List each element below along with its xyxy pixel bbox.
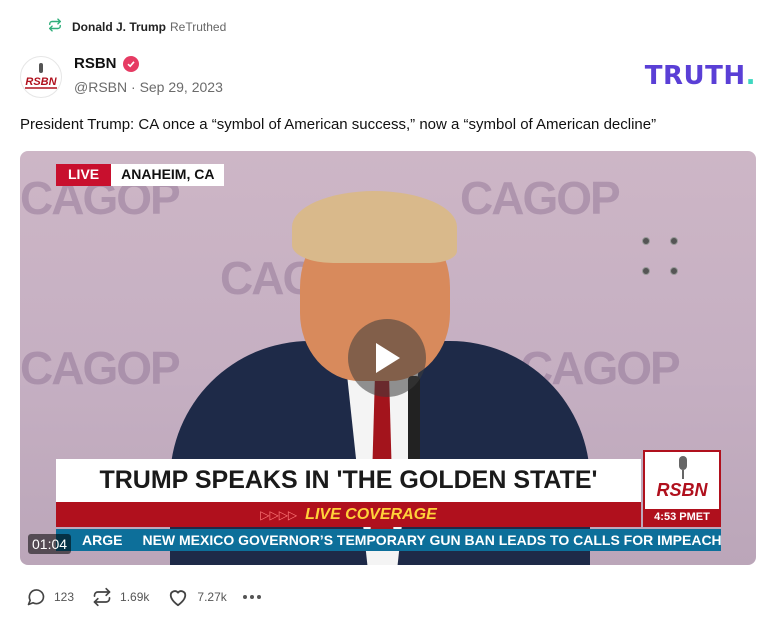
author-handle[interactable]: @RSBN [74,79,127,95]
more-icon[interactable] [242,595,261,599]
truth-logo-text: TRUTH [644,61,746,91]
retruth-button[interactable]: 1.69k [92,587,149,607]
live-label: LIVE [56,164,112,186]
post-date[interactable]: Sep 29, 2023 [140,79,223,95]
backdrop-logo: CAGOP [20,342,181,394]
svg-text:RSBN: RSBN [25,76,57,88]
network-bug: RSBN 4:53 PMET [643,450,721,527]
heart-icon [170,590,187,607]
author-display-name[interactable]: RSBN [74,55,117,72]
play-icon [376,343,400,373]
play-button[interactable] [348,319,426,397]
post-actions: 123 1.69k 7.27k [26,586,261,608]
reply-icon [27,589,45,606]
video-player[interactable]: CAGOP CAGOP CAGOP CAGOP CAGOP LIVE ANAHE… [20,151,756,565]
post-text: President Trump: CA once a “symbol of Am… [20,116,657,133]
meta-separator: · [127,79,140,95]
live-tag: LIVE ANAHEIM, CA [56,164,225,186]
broadcast-headline: TRUMP SPEAKS IN 'THE GOLDEN STATE' [56,459,641,502]
news-ticker: ARGE NEW MEXICO GOVERNOR’S TEMPORARY GUN… [56,529,721,551]
lower-third: TRUMP SPEAKS IN 'THE GOLDEN STATE' ▷▷▷▷ … [56,459,641,527]
rsbn-logo-icon: RSBN [25,63,58,89]
coverage-label: LIVE COVERAGE [305,505,437,523]
ticker-text: NEW MEXICO GOVERNOR’S TEMPORARY GUN BAN … [142,532,721,548]
verified-badge-icon [122,55,139,72]
author-meta: @RSBN · Sep 29, 2023 [74,79,223,95]
avatar[interactable]: RSBN [20,56,62,98]
author-name-row: RSBN [74,55,139,72]
retruth-count: 1.69k [120,590,150,604]
wall-fixture [640,235,680,275]
truth-logo-dot: . [745,61,756,91]
retruth-indicator: Donald J. Trump ReTruthed [48,18,226,35]
like-button[interactable]: 7.27k [167,587,227,607]
network-name: RSBN [656,480,708,500]
microphone-icon [679,456,687,479]
retruth-icon [48,18,62,35]
reply-button[interactable]: 123 [26,587,74,607]
coverage-arrows: ▷▷▷▷ [260,507,298,522]
ticker-lead: ARGE [82,532,123,548]
retruth-verb: ReTruthed [170,19,227,34]
broadcast-time: 4:53 PMET [645,509,719,525]
location-label: ANAHEIM, CA [121,166,215,182]
coverage-banner: ▷▷▷▷ LIVE COVERAGE [56,502,641,527]
retruth-user[interactable]: Donald J. Trump [72,20,166,34]
reply-count: 123 [54,590,75,604]
like-count: 7.27k [197,590,227,604]
truth-logo[interactable]: TRUTH. [645,61,756,91]
retruth-icon [93,587,111,607]
video-duration: 01:04 [28,534,72,554]
